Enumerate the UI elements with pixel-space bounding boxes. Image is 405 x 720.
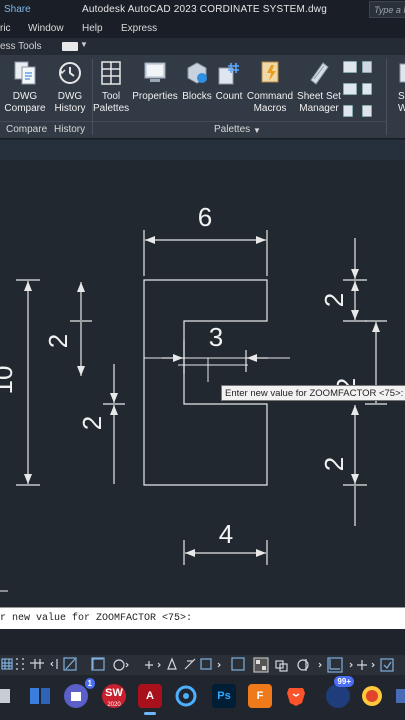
teams-badge: 1: [84, 678, 95, 689]
dynamic-input-tooltip: Enter new value for ZOOMFACTOR <75>:: [221, 385, 405, 401]
help-search-input[interactable]: Type a K: [369, 1, 405, 18]
e-shape-outline: [143, 279, 268, 486]
status-bar-icons[interactable]: [0, 655, 405, 675]
photoshop-icon[interactable]: Ps: [212, 684, 236, 708]
cut-off-icon: [398, 60, 405, 86]
menu-item-parametric[interactable]: ric: [0, 23, 11, 34]
dim-text-right-top: 2: [319, 293, 349, 307]
solidworks-label: SW: [105, 687, 123, 699]
command-macros-button[interactable]: Command Macros: [246, 60, 294, 115]
panel-divider: [93, 121, 386, 122]
menu-item-window[interactable]: Window: [28, 23, 64, 34]
properties-icon: [143, 60, 167, 86]
drawing-canvas[interactable]: 6 10 2 2 3 2 2 2 4 Enter new value for Z…: [0, 140, 405, 607]
blocks-button[interactable]: Blocks: [181, 60, 213, 103]
fusion-icon[interactable]: F: [248, 684, 272, 708]
sheet-set-manager-button[interactable]: Sheet Set Manager: [296, 60, 342, 115]
panel-label-palettes[interactable]: Palettes: [214, 124, 250, 135]
solidworks-year: 2020: [107, 702, 121, 708]
settings-gear-icon[interactable]: [174, 684, 198, 708]
taskbar-cut-right-icon[interactable]: [394, 684, 405, 708]
tool-palettes-label: Tool Palettes: [93, 91, 130, 114]
panel-dropdown-icon[interactable]: ▼: [253, 126, 261, 135]
notification-badge: 99+: [334, 676, 354, 687]
brave-browser-icon[interactable]: [284, 684, 308, 708]
dim-text-left-upper: 2: [43, 334, 73, 348]
autocad-taskbar-icon[interactable]: A: [138, 684, 162, 715]
blocks-icon: [185, 60, 209, 86]
menu-bar: ric Window Help Express: [0, 20, 405, 38]
teams-icon[interactable]: 1: [64, 678, 95, 708]
command-line-text: r new value for ZOOMFACTOR <75>:: [0, 613, 193, 624]
command-macros-label: Command Macros: [246, 91, 294, 114]
properties-label: Properties: [132, 91, 178, 102]
window-title: Autodesk AutoCAD 2023 CORDINATE SYSTEM.d…: [82, 4, 327, 15]
small-palette-icon-1[interactable]: [343, 61, 357, 73]
command-history-area: [0, 629, 405, 655]
ribbon-minimize-icon[interactable]: [62, 42, 78, 51]
dwg-compare-icon: [13, 60, 37, 86]
dim-text-bottom: 4: [219, 519, 233, 549]
dwg-history-label: DWG History: [54, 91, 86, 114]
tool-palettes-button[interactable]: Tool Palettes: [93, 60, 129, 115]
ribbon-panel: DWG Compare DWG History Tool Palettes Pr…: [0, 55, 405, 139]
menu-item-express[interactable]: Express: [121, 23, 157, 34]
task-view-icon[interactable]: [28, 684, 52, 708]
sheet-set-manager-label: Sheet Set Manager: [297, 91, 341, 114]
drawing-svg: 6 10 2 2 3 2 2 2 4: [0, 202, 387, 592]
command-macros-icon: [258, 60, 282, 86]
panel-label-history[interactable]: History: [54, 124, 85, 135]
sheet-set-icon: [307, 60, 331, 86]
small-palette-icon-5[interactable]: [343, 105, 353, 117]
taskbar-cut-icon[interactable]: [0, 684, 12, 708]
fusion-label: F: [256, 690, 264, 702]
photoshop-label: Ps: [217, 690, 231, 702]
tab-express-tools[interactable]: ess Tools: [0, 41, 42, 52]
count-hash-icon: [217, 60, 241, 86]
history-clock-icon: [58, 60, 82, 86]
windows-taskbar: 1 SW 2020 A Ps F 99+: [0, 675, 405, 720]
tool-palettes-icon: [99, 60, 123, 86]
small-palette-icon-3[interactable]: [343, 83, 357, 95]
solidworks-icon[interactable]: SW 2020: [102, 684, 126, 708]
dwg-history-button[interactable]: DWG History: [50, 60, 90, 115]
command-line-input[interactable]: r new value for ZOOMFACTOR <75>:: [0, 607, 405, 629]
ribbon-separator: [386, 59, 387, 135]
edge-like-app-icon[interactable]: [360, 684, 384, 708]
small-palette-icon-4[interactable]: [362, 83, 372, 95]
dim-text-left-lower: 2: [77, 416, 107, 430]
small-palette-icon-2[interactable]: [362, 61, 372, 73]
dwg-compare-label: DWG Compare: [4, 91, 46, 114]
panel-label-compare[interactable]: Compare: [6, 124, 47, 135]
autocad-window: Share Autodesk AutoCAD 2023 CORDINATE SY…: [0, 0, 405, 720]
menu-item-help[interactable]: Help: [82, 23, 103, 34]
dim-text-overall: 10: [0, 366, 18, 395]
count-label: Count: [215, 91, 243, 102]
small-palette-icon-6[interactable]: [362, 105, 372, 117]
cut-off-label-s: S: [398, 91, 405, 102]
dwg-compare-button[interactable]: DWG Compare: [4, 60, 46, 115]
dim-text-inner: 3: [209, 322, 223, 352]
status-bar: [0, 655, 405, 675]
panel-divider: [0, 121, 92, 122]
notification-app-icon[interactable]: 99+: [326, 676, 354, 708]
count-button[interactable]: Count: [214, 60, 244, 103]
cut-off-ribbon-button[interactable]: S W: [392, 60, 405, 115]
chevron-down-icon[interactable]: ▼: [80, 40, 88, 49]
dim-text-right-bottom: 2: [319, 457, 349, 471]
dim-text-top: 6: [198, 202, 212, 232]
blocks-label: Blocks: [182, 91, 212, 102]
properties-button[interactable]: Properties: [131, 60, 179, 103]
ribbon-tab-row: ess Tools ▼: [0, 38, 405, 55]
share-button[interactable]: Share: [4, 4, 31, 15]
autocad-taskbar-label: A: [146, 690, 154, 702]
title-bar: Share Autodesk AutoCAD 2023 CORDINATE SY…: [0, 0, 405, 20]
cut-off-label-w: W: [398, 103, 405, 114]
